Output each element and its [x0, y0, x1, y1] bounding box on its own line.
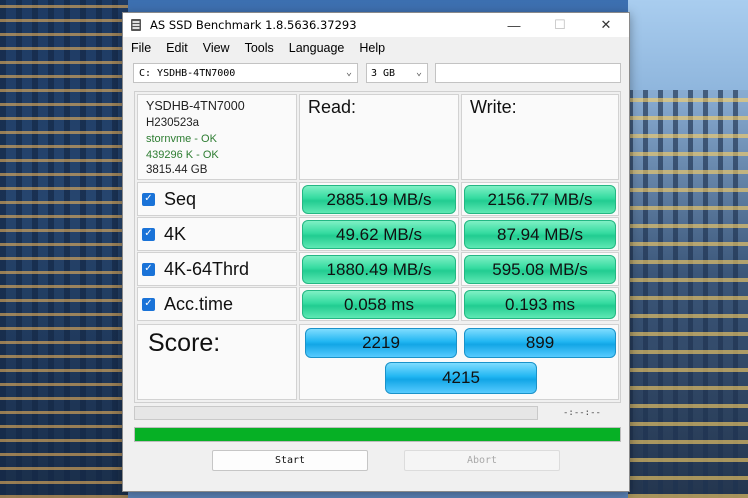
drive-model: YSDHB-4TN7000	[146, 99, 245, 113]
drive-select-value: C: YSDHB-4TN7000	[139, 67, 236, 79]
4k-read-value: 49.62 MB/s	[302, 220, 456, 249]
menu-tools[interactable]: Tools	[245, 41, 274, 55]
elapsed-time: -:--:--	[563, 408, 601, 418]
test-label-acc-time: Acc.time	[164, 293, 234, 314]
read-header: Read:	[308, 97, 357, 117]
test-size-select[interactable]: 3 GB ⌄	[366, 63, 428, 83]
title-bar[interactable]: AS SSD Benchmark 1.8.5636.37293 — ☐ ✕	[123, 13, 629, 37]
write-header: Write:	[470, 97, 517, 117]
menu-help[interactable]: Help	[359, 41, 385, 55]
checkbox-4k-64thrd[interactable]: ✓	[142, 262, 155, 276]
minimize-button[interactable]: —	[491, 13, 537, 37]
score-label: Score:	[148, 329, 221, 357]
4k-64thrd-write-value: 595.08 MB/s	[464, 255, 616, 284]
drive-select[interactable]: C: YSDHB-4TN7000 ⌄	[133, 63, 358, 83]
test-progress-bar	[134, 406, 538, 420]
close-button[interactable]: ✕	[583, 13, 629, 37]
menu-bar: File Edit View Tools Language Help	[123, 37, 629, 59]
chevron-down-icon: ⌄	[415, 67, 422, 78]
info-field	[435, 63, 621, 83]
app-icon	[128, 17, 144, 33]
window-title: AS SSD Benchmark 1.8.5636.37293	[150, 18, 357, 32]
checkbox-seq[interactable]: ✓	[142, 192, 155, 206]
background-sky	[628, 0, 748, 90]
test-label-4k-64thrd: 4K-64Thrd	[164, 258, 250, 279]
overall-progress-fill	[135, 428, 620, 441]
test-label-seq: Seq	[164, 188, 197, 209]
score-total: 4215	[385, 362, 537, 394]
read-header-cell: Read:	[299, 94, 459, 180]
alignment-status: 439296 K - OK	[146, 149, 219, 161]
seq-write-value: 2156.77 MB/s	[464, 185, 616, 214]
toolbar: C: YSDHB-4TN7000 ⌄ 3 GB ⌄	[133, 63, 621, 85]
abort-button[interactable]: Abort	[404, 450, 560, 471]
menu-file[interactable]: File	[131, 41, 151, 55]
checkbox-4k[interactable]: ✓	[142, 227, 155, 241]
background-city-left	[0, 0, 128, 498]
test-row-4k: ✓ 4K	[137, 217, 297, 251]
chevron-down-icon: ⌄	[345, 67, 352, 78]
score-write: 899	[464, 328, 616, 358]
menu-view[interactable]: View	[203, 41, 230, 55]
4k-64thrd-read-value: 1880.49 MB/s	[302, 255, 456, 284]
start-button[interactable]: Start	[212, 450, 368, 471]
drive-capacity: 3815.44 GB	[146, 164, 208, 176]
test-row-4k-64thrd: ✓ 4K-64Thrd	[137, 252, 297, 286]
driver-status: stornvme - OK	[146, 133, 217, 145]
test-row-seq: ✓ Seq	[137, 182, 297, 216]
maximize-button[interactable]: ☐	[537, 13, 583, 37]
drive-info-panel: YSDHB-4TN7000 H230523a stornvme - OK 439…	[137, 94, 297, 180]
test-size-value: 3 GB	[371, 67, 396, 79]
overall-progress-bar	[134, 427, 621, 442]
results-grid: YSDHB-4TN7000 H230523a stornvme - OK 439…	[134, 91, 621, 403]
checkbox-acc-time[interactable]: ✓	[142, 297, 155, 311]
seq-read-value: 2885.19 MB/s	[302, 185, 456, 214]
score-label-cell: Score:	[137, 324, 297, 400]
write-header-cell: Write:	[461, 94, 619, 180]
app-window: AS SSD Benchmark 1.8.5636.37293 — ☐ ✕ Fi…	[122, 12, 630, 492]
acc-time-read-value: 0.058 ms	[302, 290, 456, 319]
menu-language[interactable]: Language	[289, 41, 345, 55]
drive-firmware: H230523a	[146, 117, 200, 129]
score-read: 2219	[305, 328, 457, 358]
4k-write-value: 87.94 MB/s	[464, 220, 616, 249]
menu-edit[interactable]: Edit	[166, 41, 188, 55]
test-label-4k: 4K	[164, 223, 187, 244]
test-row-acc-time: ✓ Acc.time	[137, 287, 297, 321]
acc-time-write-value: 0.193 ms	[464, 290, 616, 319]
